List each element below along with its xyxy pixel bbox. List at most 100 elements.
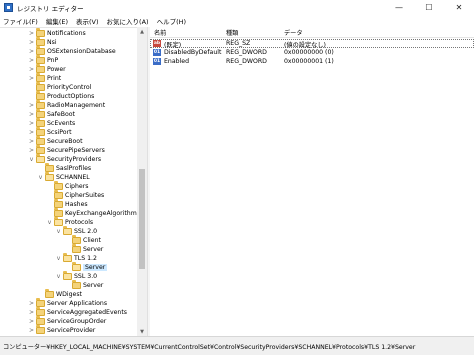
column-header-data[interactable]: データ (284, 28, 303, 37)
tree-item-label: ServiceGroupOrder (47, 318, 107, 325)
tree-item[interactable]: Hashes (46, 199, 88, 209)
folder-icon (72, 235, 81, 244)
chevron-right-icon[interactable]: > (28, 147, 35, 154)
tree-item[interactable]: KeyExchangeAlgorithms (46, 208, 140, 218)
tree-item[interactable]: Ciphers (46, 181, 88, 191)
chevron-right-icon[interactable]: > (28, 111, 35, 118)
tree-item[interactable]: > Power (28, 64, 66, 74)
menu-favorites[interactable]: お気に入り(A) (107, 16, 149, 26)
tree-item[interactable]: v SecurityProviders (28, 154, 101, 164)
tree-item-label: ScEvents (47, 120, 76, 127)
tree-item-label: SSL 3.0 (74, 273, 98, 280)
tree-item[interactable]: Client (64, 235, 101, 245)
chevron-down-icon[interactable]: v (55, 255, 62, 262)
tree-item-label: PriorityControl (47, 84, 92, 91)
tree-item[interactable]: Server (64, 244, 103, 254)
chevron-right-icon[interactable]: > (28, 129, 35, 136)
chevron-right-icon[interactable]: > (28, 30, 35, 37)
value-row[interactable]: 01 DisabledByDefault REG_DWORD 0x00000000 (… (150, 48, 474, 57)
tree-item[interactable]: v SCHANNEL (37, 172, 90, 182)
tree-scrollbar[interactable]: ▲ ▼ (137, 27, 147, 336)
menu-file[interactable]: ファイル(F) (3, 16, 38, 26)
chevron-right-icon[interactable]: > (28, 318, 35, 325)
tree-item[interactable]: > ServiceAggregatedEvents (28, 307, 127, 317)
value-name: Enabled (164, 58, 190, 65)
tree-item[interactable]: > ServiceProvider (28, 325, 96, 335)
folder-icon (72, 280, 81, 289)
chevron-down-icon[interactable]: v (55, 228, 62, 235)
tree-item[interactable]: v SSL 2.0 (55, 226, 98, 236)
tree-item-label: Server Applications (47, 300, 108, 307)
scroll-thumb[interactable] (139, 169, 145, 269)
window-title: レジストリ エディター (17, 4, 84, 13)
tree-item-label: Client (83, 237, 101, 244)
value-data: 0x00000001 (1) (284, 58, 334, 65)
menu-help[interactable]: ヘルプ(H) (157, 16, 186, 26)
tree-item[interactable]: > PnP (28, 55, 58, 65)
chevron-down-icon[interactable]: v (28, 156, 35, 163)
chevron-right-icon[interactable]: > (28, 138, 35, 145)
menu-view[interactable]: 表示(V) (76, 16, 99, 26)
dword-value-icon: 01 (153, 49, 161, 56)
tree-item-label: SSL 2.0 (74, 228, 98, 235)
tree-item[interactable]: Server (64, 280, 103, 290)
chevron-right-icon[interactable]: > (28, 309, 35, 316)
folder-icon (36, 118, 45, 127)
folder-icon (63, 253, 72, 262)
chevron-right-icon[interactable]: > (28, 75, 35, 82)
tree-item-label: SCHANNEL (56, 174, 90, 181)
column-header-type[interactable]: 種類 (226, 28, 238, 37)
chevron-right-icon[interactable]: > (28, 300, 35, 307)
tree-item[interactable]: > OSExtensionDatabase (28, 46, 116, 56)
tree-item-label: ServiceAggregatedEvents (47, 309, 127, 316)
tree-item[interactable]: > SafeBoot (28, 109, 75, 119)
value-name: DisabledByDefault (164, 49, 222, 56)
maximize-button[interactable]: ☐ (414, 0, 444, 15)
menu-edit[interactable]: 編集(E) (46, 16, 68, 26)
folder-icon (72, 262, 81, 271)
tree-item-label: RadioManagement (47, 102, 106, 109)
scroll-down-arrow-icon[interactable]: ▼ (137, 327, 147, 336)
folder-icon (36, 307, 45, 316)
title-bar: レジストリ エディター — ☐ ✕ (0, 0, 474, 15)
folder-icon (36, 91, 45, 100)
tree-item[interactable]: v TLS 1.2 (55, 253, 97, 263)
window-controls: — ☐ ✕ (384, 0, 474, 15)
tree-item[interactable]: Server (64, 262, 108, 272)
folder-icon (36, 100, 45, 109)
dword-value-icon: 01 (153, 58, 161, 65)
folder-icon (45, 163, 54, 172)
chevron-right-icon[interactable]: > (28, 102, 35, 109)
scroll-up-arrow-icon[interactable]: ▲ (137, 27, 147, 36)
registry-key-tree[interactable]: > Notifications > Nsi > OSExtensionDatabase > P… (0, 27, 147, 336)
chevron-right-icon[interactable]: > (28, 39, 35, 46)
tree-item-label: Print (47, 75, 62, 82)
tree-item-label: SecureBoot (47, 138, 83, 145)
tree-item[interactable]: v SSL 3.0 (55, 271, 98, 281)
minimize-button[interactable]: — (384, 0, 414, 15)
chevron-right-icon[interactable]: > (28, 57, 35, 64)
chevron-down-icon[interactable]: v (55, 273, 62, 280)
chevron-right-icon[interactable]: > (28, 327, 35, 334)
chevron-right-icon[interactable]: > (28, 66, 35, 73)
tree-item[interactable]: > Print (28, 73, 62, 83)
tree-item[interactable]: WDigest (37, 289, 82, 299)
folder-icon (54, 208, 63, 217)
folder-icon (36, 316, 45, 325)
tree-item[interactable]: v Protocols (46, 217, 93, 227)
value-row[interactable]: ab (既定) REG_SZ (値の設定なし) (150, 39, 474, 49)
tree-item-label: Nsi (47, 39, 57, 46)
value-row[interactable]: 01 Enabled REG_DWORD 0x00000001 (1) (150, 57, 474, 66)
chevron-down-icon[interactable]: v (46, 219, 53, 226)
column-header-name[interactable]: 名前 (154, 28, 166, 37)
folder-icon (45, 289, 54, 298)
folder-icon (36, 145, 45, 154)
tree-item-label: ServiceProvider (47, 327, 96, 334)
chevron-down-icon[interactable]: v (37, 174, 44, 181)
chevron-right-icon[interactable]: > (28, 120, 35, 127)
chevron-right-icon[interactable]: > (28, 48, 35, 55)
folder-icon (36, 82, 45, 91)
tree-item[interactable]: > Nsi (28, 37, 57, 47)
close-button[interactable]: ✕ (444, 0, 474, 15)
tree-item[interactable]: > ScsiPort (28, 127, 72, 137)
